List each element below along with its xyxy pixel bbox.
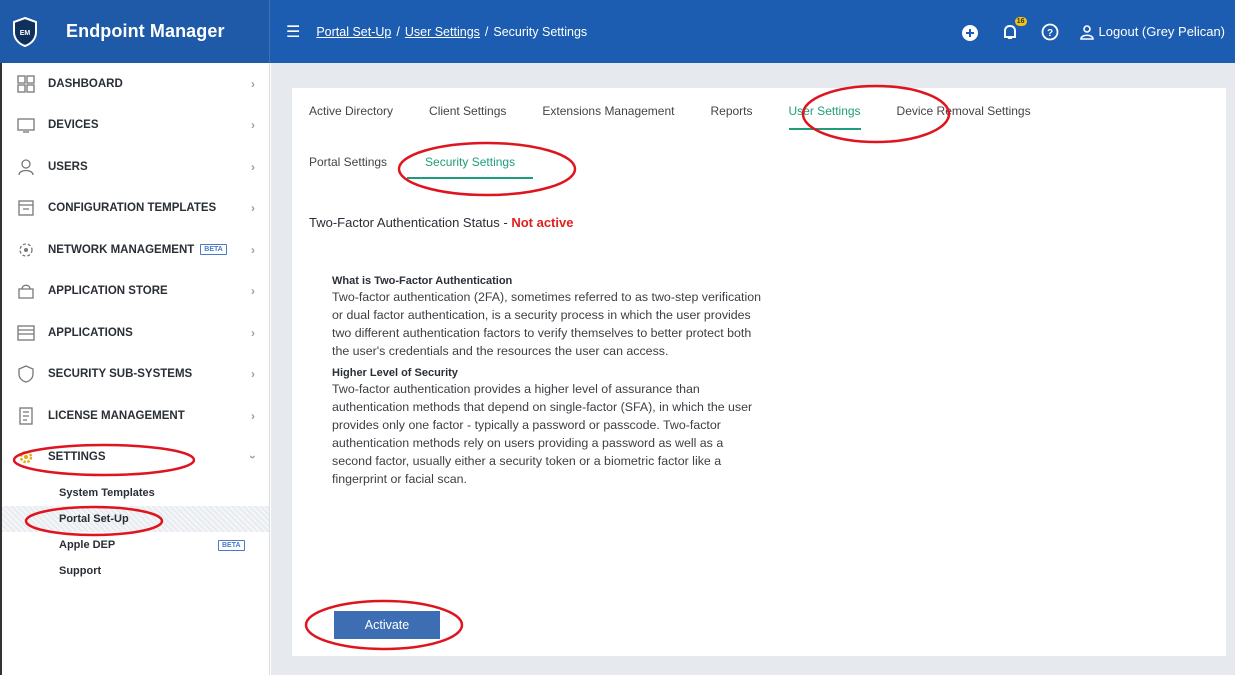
chevron-right-icon: › <box>251 284 255 299</box>
sidebar-subitem-support[interactable]: Support <box>2 558 269 584</box>
tab-bar: Active Directory Client Settings Extensi… <box>309 104 1067 130</box>
info-heading-what-is: What is Two-Factor Authentication <box>332 275 513 287</box>
app-title: Endpoint Manager <box>66 21 225 41</box>
sidebar-item-applications[interactable]: APPLICATIONS › <box>2 312 269 354</box>
info-body-what-is: Two-factor authentication (2FA), sometim… <box>332 290 762 358</box>
sidebar-subitem-label: Support <box>59 565 102 577</box>
chevron-right-icon: › <box>251 367 255 382</box>
sidebar-item-label: DASHBOARD <box>48 77 123 90</box>
sidebar-subitem-label: Portal Set-Up <box>59 513 129 525</box>
tab-extensions-management[interactable]: Extensions Management <box>542 104 674 130</box>
chevron-right-icon: › <box>251 118 255 133</box>
breadcrumb-separator: / <box>396 24 400 39</box>
gear-icon <box>16 447 36 467</box>
breadcrumb: ☰ Portal Set-Up / User Settings / Securi… <box>286 22 587 42</box>
info-body-security: Two-factor authentication provides a hig… <box>332 382 753 486</box>
sidebar-item-users[interactable]: USERS › <box>2 146 269 188</box>
sidebar-item-label: USERS <box>48 160 88 173</box>
two-factor-info: What is Two-Factor Authentication Two-fa… <box>332 274 762 494</box>
sidebar-item-license-management[interactable]: LICENSE MANAGEMENT › <box>2 395 269 437</box>
sidebar-item-label: SECURITY SUB-SYSTEMS <box>48 368 193 381</box>
sidebar-subitem-label: Apple DEP <box>59 539 116 551</box>
top-actions: 16 ? Logout (Grey Pelican) <box>959 0 1225 63</box>
sidebar-item-label: DEVICES <box>48 119 99 132</box>
network-icon <box>16 240 36 260</box>
user-icon <box>1079 24 1094 40</box>
status-value: Not active <box>511 215 574 230</box>
dashboard-icon <box>16 74 36 94</box>
brand: EM Endpoint Manager <box>0 0 270 63</box>
sidebar-item-devices[interactable]: DEVICES › <box>2 105 269 147</box>
subtab-portal-settings[interactable]: Portal Settings <box>309 155 387 179</box>
sidebar-item-label: APPLICATION STORE <box>48 285 168 298</box>
tab-reports[interactable]: Reports <box>710 104 752 130</box>
info-heading-security: Higher Level of Security <box>332 367 458 379</box>
hamburger-menu-icon[interactable]: ☰ <box>286 22 300 42</box>
tab-device-removal-settings[interactable]: Device Removal Settings <box>897 104 1031 130</box>
store-icon <box>16 281 36 301</box>
add-device-icon[interactable] <box>959 21 981 43</box>
settings-card: Active Directory Client Settings Extensi… <box>292 88 1226 656</box>
breadcrumb-separator: / <box>484 24 489 39</box>
chevron-right-icon: › <box>251 408 255 423</box>
sidebar-item-configuration-templates[interactable]: CONFIGURATION TEMPLATES › <box>2 188 269 230</box>
sidebar-item-label: CONFIGURATION TEMPLATES <box>48 202 217 215</box>
sidebar-subitem-label: System Templates <box>59 487 155 499</box>
sidebar-item-security-sub-systems[interactable]: SECURITY SUB-SYSTEMS › <box>2 354 269 396</box>
shield-logo-icon: EM <box>12 16 38 47</box>
notifications-icon[interactable]: 16 <box>999 16 1027 43</box>
sidebar-item-settings[interactable]: SETTINGS › <box>2 437 269 479</box>
sidebar-item-label: APPLICATIONS <box>48 326 133 339</box>
sidebar-item-dashboard[interactable]: DASHBOARD › <box>2 63 269 105</box>
chevron-right-icon: › <box>251 159 255 174</box>
applications-icon <box>16 323 36 343</box>
svg-text:?: ? <box>1046 28 1052 39</box>
logo-text: EM <box>20 30 31 37</box>
sidebar-subitem-apple-dep[interactable]: Apple DEP BETA <box>2 532 269 558</box>
devices-icon <box>16 115 36 135</box>
help-icon[interactable]: ? <box>1039 21 1061 43</box>
chevron-right-icon: › <box>251 242 255 257</box>
sidebar-item-network-management[interactable]: NETWORK MANAGEMENT BETA › <box>2 229 269 271</box>
tab-user-settings[interactable]: User Settings <box>788 104 861 130</box>
config-templates-icon <box>16 198 36 218</box>
subtab-security-settings[interactable]: Security Settings <box>407 155 534 179</box>
breadcrumb-user-settings[interactable]: User Settings <box>405 25 480 39</box>
two-factor-status: Two-Factor Authentication Status - Not a… <box>309 215 573 230</box>
top-bar: EM Endpoint Manager ☰ Portal Set-Up / Us… <box>0 0 1235 63</box>
main-content: Active Directory Client Settings Extensi… <box>271 63 1235 675</box>
sidebar-subitem-portal-setup[interactable]: Portal Set-Up <box>2 506 269 532</box>
chevron-right-icon: › <box>251 76 255 91</box>
notification-badge: 16 <box>1014 16 1027 26</box>
subtab-bar: Portal Settings Security Settings <box>309 155 551 179</box>
chevron-right-icon: › <box>251 201 255 216</box>
user-icon <box>16 157 36 177</box>
breadcrumb-current: Security Settings <box>493 24 588 39</box>
beta-badge: BETA <box>200 244 227 256</box>
chevron-right-icon: › <box>251 325 255 340</box>
sidebar-item-label: SETTINGS <box>48 451 106 464</box>
sidebar: DASHBOARD › DEVICES › USERS › CONFIGURAT… <box>0 63 270 675</box>
sidebar-item-label: LICENSE MANAGEMENT <box>48 409 185 422</box>
tab-active-directory[interactable]: Active Directory <box>309 104 393 130</box>
status-label: Two-Factor Authentication Status - <box>309 215 512 230</box>
license-icon <box>16 406 36 426</box>
logout-label: Logout (Grey Pelican) <box>1098 24 1225 39</box>
chevron-down-icon: › <box>246 455 260 460</box>
breadcrumb-portal-setup[interactable]: Portal Set-Up <box>316 25 391 39</box>
shield-icon <box>16 364 36 384</box>
sidebar-item-application-store[interactable]: APPLICATION STORE › <box>2 271 269 313</box>
sidebar-item-label: NETWORK MANAGEMENT <box>48 243 195 256</box>
activate-button[interactable]: Activate <box>334 611 440 639</box>
sidebar-subitem-system-templates[interactable]: System Templates <box>2 480 269 506</box>
tab-client-settings[interactable]: Client Settings <box>429 104 506 130</box>
logout-button[interactable]: Logout (Grey Pelican) <box>1079 24 1225 40</box>
beta-badge: BETA <box>218 539 245 551</box>
